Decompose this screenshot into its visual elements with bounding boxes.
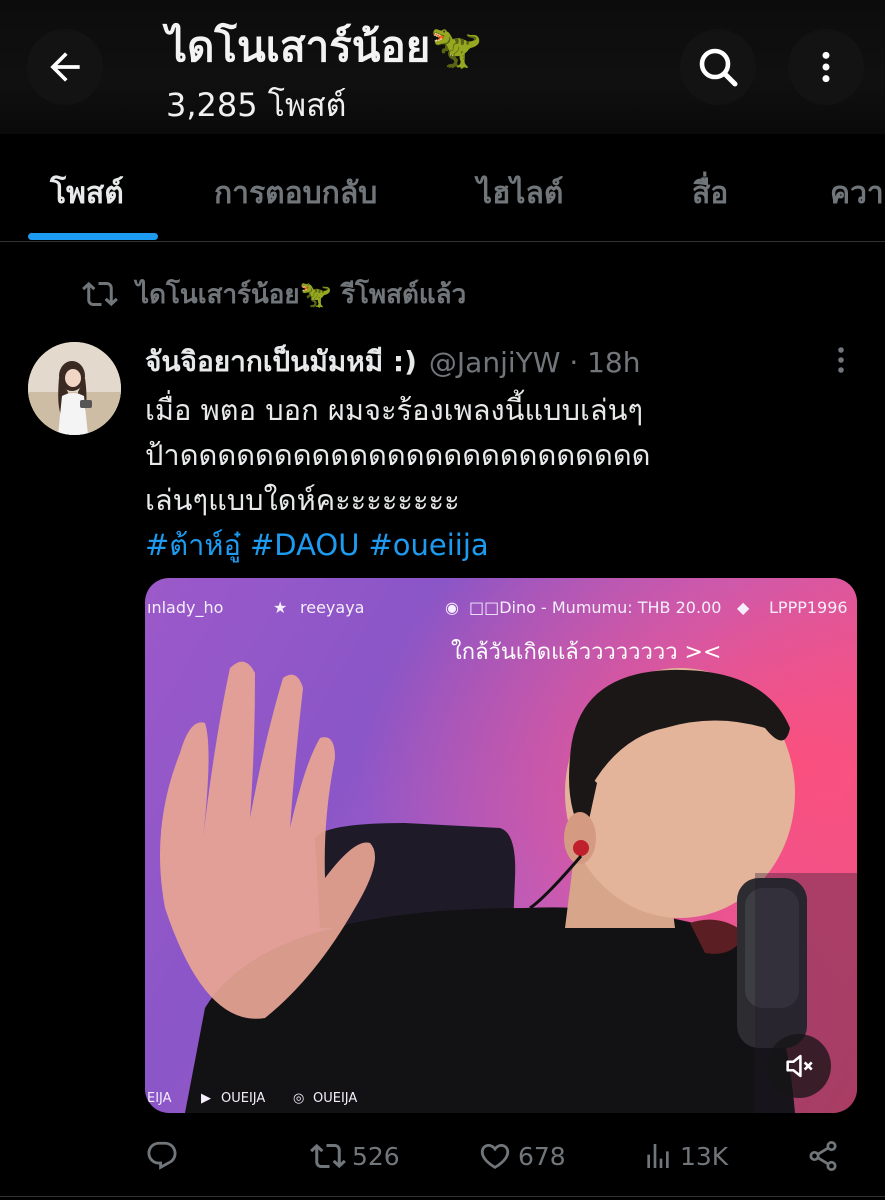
repost-button[interactable]: 526 bbox=[310, 1134, 400, 1178]
views-count: 13K bbox=[680, 1141, 729, 1171]
more-vertical-icon bbox=[822, 51, 830, 83]
mute-button[interactable] bbox=[767, 1034, 831, 1098]
profile-tabs: โพสต์ การตอบกลับ ไฮไลต์ สื่อ ควา bbox=[0, 134, 885, 242]
diamond-icon: ◆ bbox=[737, 598, 750, 617]
reply-icon bbox=[147, 1141, 177, 1170]
author-name[interactable]: จันจิอยากเป็นมัมหมี :) bbox=[145, 340, 417, 384]
repost-context[interactable]: ไดโนเสาร์น้อย🦖 รีโพสต์แล้ว bbox=[82, 272, 466, 316]
author-handle-time[interactable]: @JanjiYW · 18h bbox=[429, 346, 641, 379]
avatar[interactable] bbox=[28, 342, 121, 435]
more-vertical-icon bbox=[838, 347, 844, 373]
share-icon bbox=[809, 1141, 837, 1171]
divider bbox=[0, 1196, 885, 1197]
hashtag-list: #ต้าห์อู๋ #DAOU #oueiija bbox=[145, 523, 845, 568]
overlay-text: EIJA bbox=[147, 1091, 172, 1106]
post-actions: 526 678 13K bbox=[0, 1130, 885, 1184]
tab-likes[interactable]: ควา bbox=[830, 170, 884, 217]
youtube-icon: ▶ bbox=[201, 1091, 211, 1106]
post-text-line: เล่นๆแบบใดห์คะะะะะะะะ bbox=[145, 483, 460, 517]
like-count: 678 bbox=[518, 1141, 566, 1171]
active-tab-indicator bbox=[28, 233, 158, 240]
video-player[interactable]: ınlady_ho ★ reeyaya ◉ □□Dino - Mumumu: T… bbox=[145, 578, 857, 1113]
profile-header: ไดโนเสาร์น้อย🦖 3,285 โพสต์ bbox=[0, 0, 885, 134]
back-button[interactable] bbox=[27, 29, 103, 105]
repost-text: ไดโนเสาร์น้อย🦖 รีโพสต์แล้ว bbox=[136, 279, 467, 310]
overlay-text: OUEIJA bbox=[313, 1091, 358, 1106]
post-text-line: ป้าดดดดดดดดดดดดดดดดดดดดดดดดด bbox=[145, 438, 651, 472]
hashtag-link[interactable]: #ต้าห์อู๋ bbox=[145, 528, 241, 562]
overlay-text: □□Dino - Mumumu: THB 20.00 bbox=[469, 598, 722, 617]
search-icon bbox=[699, 48, 738, 87]
reply-button[interactable] bbox=[145, 1134, 179, 1178]
money-bag-icon: ◉ bbox=[445, 598, 459, 617]
star-icon: ★ bbox=[273, 598, 288, 617]
share-button[interactable] bbox=[806, 1134, 840, 1178]
like-button[interactable]: 678 bbox=[478, 1134, 566, 1178]
overlay-text: reeyaya bbox=[300, 598, 365, 617]
views-button[interactable]: 13K bbox=[642, 1134, 728, 1178]
post-count: 3,285 โพสต์ bbox=[166, 86, 347, 124]
arrow-left-icon bbox=[50, 52, 80, 82]
overlay-text: LPPP1996 bbox=[769, 598, 848, 617]
avatar-image bbox=[28, 342, 121, 435]
repost-icon bbox=[310, 1143, 346, 1169]
tab-posts[interactable]: โพสต์ bbox=[50, 170, 124, 217]
repost-icon bbox=[82, 281, 118, 307]
tab-highlights[interactable]: ไฮไลต์ bbox=[477, 170, 563, 217]
post-header: จันจิอยากเป็นมัมหมี :) @JanjiYW · 18h bbox=[145, 340, 641, 384]
stream-caption: ใกล้วันเกิดแล้วววววววว >< bbox=[451, 640, 722, 665]
stream-bottom-overlay: EIJA ▶ OUEIJA ◎ OUEIJA bbox=[145, 1088, 857, 1108]
tab-replies[interactable]: การตอบกลับ bbox=[214, 170, 377, 217]
page-title: ไดโนเสาร์น้อย🦖 bbox=[166, 22, 483, 71]
post-text-line: เมื่อ พตอ บอก ผมจะร้องเพลงนี้แบบเล่นๆ bbox=[145, 393, 644, 427]
hashtag-link[interactable]: #DAOU bbox=[250, 528, 360, 562]
overlay-text: OUEIJA bbox=[221, 1091, 266, 1106]
overlay-text: ınlady_ho bbox=[147, 598, 224, 617]
repost-count: 526 bbox=[352, 1141, 400, 1171]
stream-top-overlay: ınlady_ho ★ reeyaya ◉ □□Dino - Mumumu: T… bbox=[145, 588, 857, 628]
heart-icon bbox=[480, 1143, 510, 1169]
post-text: เมื่อ พตอ บอก ผมจะร้องเพลงนี้แบบเล่นๆ ป้… bbox=[145, 388, 845, 568]
post-more-button[interactable] bbox=[826, 340, 856, 380]
hashtag-link[interactable]: #oueiija bbox=[368, 528, 488, 562]
views-icon bbox=[647, 1144, 669, 1168]
tab-media[interactable]: สื่อ bbox=[692, 170, 728, 217]
more-options-button[interactable] bbox=[788, 29, 864, 105]
search-button[interactable] bbox=[680, 29, 756, 105]
volume-mute-icon bbox=[786, 1054, 813, 1078]
instagram-icon: ◎ bbox=[293, 1091, 305, 1106]
